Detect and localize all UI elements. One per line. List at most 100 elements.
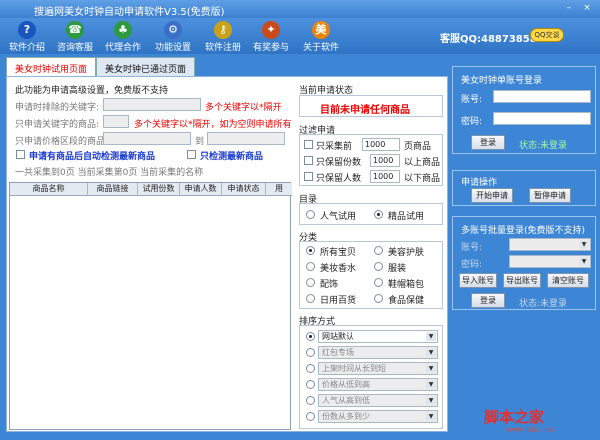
customer-service-icon: ☎ (66, 21, 84, 39)
filter-copies-suffix: 以上商品 (404, 158, 441, 168)
sort-select[interactable]: 份数从多到少 ▼ (318, 410, 438, 423)
chevron-down-icon: ▼ (426, 412, 436, 421)
single-login-title: 美女时钟单账号登录 (461, 76, 543, 86)
tab-approved-page[interactable]: 美女时钟已通过页面 (96, 57, 196, 76)
toolbar-button[interactable]: ⚙ 功能设置 (150, 18, 196, 54)
column-header[interactable]: 商品链接 (88, 183, 138, 196)
tab-trial-page[interactable]: 美女时钟试用页面 (6, 57, 97, 76)
multi-login-button[interactable]: 登录 (471, 293, 505, 308)
multi-account-select[interactable]: ▼ (509, 238, 591, 251)
start-apply-button[interactable]: 开始申请 (471, 188, 513, 203)
category-option: 精品试用 (388, 212, 425, 222)
classify-radio[interactable] (306, 278, 315, 287)
toolbar-button[interactable]: ♣ 代理合作 (100, 18, 146, 54)
sort-radio[interactable] (306, 380, 315, 389)
sort-radio[interactable] (306, 412, 315, 421)
close-button[interactable]: × (580, 2, 594, 15)
toolbar-button[interactable]: ⚷ 软件注册 (200, 18, 246, 54)
password-label: 密码: (461, 117, 483, 127)
sort-select[interactable]: 网站默认 ▼ (318, 330, 438, 343)
classify-radio[interactable] (374, 278, 383, 287)
multi-account-label: 账号: (461, 243, 483, 253)
classify-radio[interactable] (374, 262, 383, 271)
multi-password-label: 密码: (461, 260, 483, 270)
gift-icon: ✦ (262, 21, 280, 39)
category-box: 人气试用 精品试用 (299, 203, 443, 225)
toolbar-button-label: 功能设置 (154, 43, 191, 53)
classify-radio[interactable] (374, 246, 383, 255)
column-header[interactable]: 用 (266, 183, 292, 196)
login-button[interactable]: 登录 (471, 135, 505, 150)
qq-contact: 客服QQ:488738580 (440, 34, 544, 45)
watermark-url: www.jb51.net (506, 426, 554, 434)
filter-pages-checkbox[interactable] (304, 140, 313, 149)
filter-people-input[interactable]: 1000 (370, 170, 400, 183)
classify-radio[interactable] (306, 262, 315, 271)
price-min-input[interactable] (103, 132, 191, 145)
sort-option: 网站默认 (322, 332, 354, 341)
only-detect-checkbox[interactable] (187, 150, 196, 159)
only-keyword-input[interactable] (103, 115, 129, 128)
password-input[interactable] (493, 112, 591, 125)
classify-radio[interactable] (306, 246, 315, 255)
sort-box: 网站默认 ▼ 红包专场 ▼ 上架时间从长到短 ▼ 价格从低到高 ▼ 人气从高到低 ▼ 份数… (299, 325, 443, 429)
sort-radio[interactable] (306, 364, 315, 373)
qq-chat-button[interactable]: QQ交谈 (530, 28, 564, 42)
toolbar-button[interactable]: ✦ 有奖参与 (248, 18, 294, 54)
filter-copies-label: 只保留份数 (316, 158, 362, 168)
sort-option: 上架时间从长到短 (322, 364, 386, 373)
column-header[interactable]: 申请状态 (222, 183, 266, 196)
category-radio[interactable] (306, 210, 315, 219)
sort-select[interactable]: 价格从低到高 ▼ (318, 378, 438, 391)
sort-radio[interactable] (306, 396, 315, 405)
classify-radio[interactable] (374, 294, 383, 303)
multi-login-status: 状态:未登录 (519, 299, 568, 309)
classify-option: 鞋帽箱包 (388, 280, 425, 290)
price-max-input[interactable] (207, 132, 285, 145)
team-icon: ♣ (114, 21, 132, 39)
multi-password-select[interactable]: ▼ (509, 255, 591, 268)
filter-pages-label: 只采集前 (316, 142, 353, 152)
chevron-down-icon: ▼ (426, 396, 436, 405)
filter-people-checkbox[interactable] (304, 172, 313, 181)
sort-radio[interactable] (306, 332, 315, 341)
classify-option: 食品保健 (388, 296, 425, 306)
category-radio[interactable] (374, 210, 383, 219)
filter-people-label: 只保留人数 (316, 174, 362, 184)
auto-detect-checkbox[interactable] (16, 150, 25, 159)
collect-stats: 一共采集到0页 当前采集第0页 当前采集的名称 (15, 168, 204, 178)
toolbar-button-label: 有奖参与 (252, 43, 289, 53)
pause-apply-button[interactable]: 暂停申请 (529, 188, 571, 203)
apply-ops-box: 申请操作 开始申请 暂停申请 (452, 170, 596, 206)
sort-radio[interactable] (306, 348, 315, 357)
exclude-keyword-input[interactable] (103, 98, 201, 111)
key-icon: ⚷ (214, 21, 232, 39)
sort-select[interactable]: 人气从高到低 ▼ (318, 394, 438, 407)
column-header[interactable]: 商品名称 (10, 183, 88, 196)
toolbar-button[interactable]: 美关于软件 (298, 18, 344, 54)
chevron-down-icon: ▼ (426, 380, 436, 389)
column-header[interactable]: 申请人数 (180, 183, 222, 196)
clear-account-button[interactable]: 清空账号 (547, 273, 589, 288)
status-text: 目前未申请任何商品 (320, 105, 410, 116)
filter-copies-checkbox[interactable] (304, 156, 313, 165)
classify-radio[interactable] (306, 294, 315, 303)
export-account-button[interactable]: 导出账号 (503, 273, 541, 288)
filter-copies-input[interactable]: 1000 (370, 154, 400, 167)
toolbar-button[interactable]: ☎ 咨询客服 (52, 18, 98, 54)
sort-option: 价格从低到高 (322, 380, 370, 389)
account-input[interactable] (493, 90, 591, 103)
chevron-down-icon: ▼ (579, 240, 589, 249)
product-table[interactable]: 商品名称 商品链接 试用份数 申请人数 申请状态 用 (9, 182, 292, 430)
import-account-button[interactable]: 导入账号 (459, 273, 497, 288)
sort-select[interactable]: 红包专场 ▼ (318, 346, 438, 359)
toolbar-button[interactable]: ? 软件介绍 (4, 18, 50, 54)
single-login-box: 美女时钟单账号登录 账号: 密码: 登录 状态:未登录 (452, 66, 596, 154)
sort-select[interactable]: 上架时间从长到短 ▼ (318, 362, 438, 375)
only-detect-label: 只检测最新商品 (200, 152, 264, 162)
classify-box: 所有宝贝 美容护肤 美妆香水 服装 配饰 鞋帽箱包 日用百货 食品保健 (299, 241, 443, 309)
column-header[interactable]: 试用份数 (138, 183, 180, 196)
minimize-button[interactable]: – (562, 2, 576, 15)
classify-option: 美妆香水 (320, 264, 357, 274)
filter-pages-input[interactable]: 1000 (362, 138, 400, 151)
